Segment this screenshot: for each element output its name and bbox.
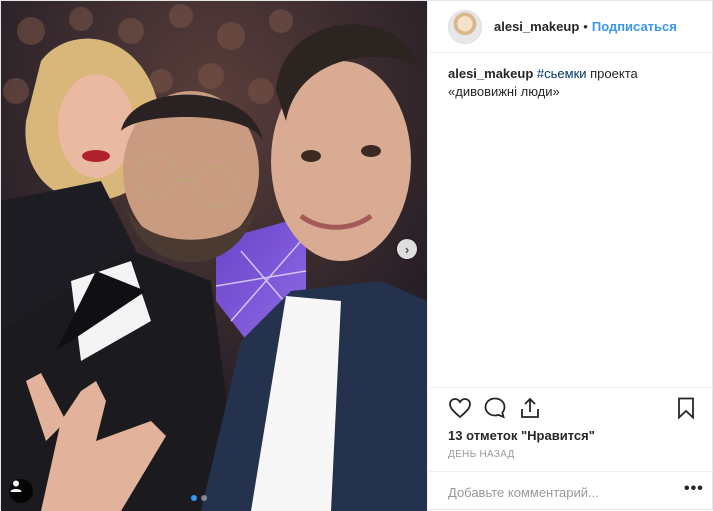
post-caption: alesi_makeup #сьемки проекта «дивовижні … [448, 65, 698, 101]
carousel-dot [201, 495, 207, 501]
post-header: alesi_makeup • Подписаться [428, 1, 713, 53]
user-tag-icon [10, 480, 22, 492]
carousel-dot [191, 495, 197, 501]
caption-hashtag[interactable]: #сьемки [537, 66, 587, 81]
carousel-indicator [191, 495, 207, 501]
comment-input[interactable] [448, 482, 668, 502]
carousel-next-button[interactable]: › [397, 239, 417, 259]
comment-form: ••• [428, 471, 713, 511]
post-side-panel: alesi_makeup • Подписаться alesi_makeup … [427, 1, 713, 511]
caption-username[interactable]: alesi_makeup [448, 66, 533, 81]
instagram-post: › alesi_makeup • Подписаться alesi_makeu… [0, 0, 713, 511]
user-tags-button[interactable] [9, 479, 33, 503]
heart-icon[interactable] [448, 396, 472, 420]
username-link[interactable]: alesi_makeup [494, 19, 579, 34]
avatar[interactable] [448, 9, 482, 44]
bookmark-icon[interactable] [674, 396, 698, 420]
selfie-illustration [1, 1, 427, 511]
comment-icon[interactable] [483, 396, 507, 420]
post-photo[interactable]: › [1, 1, 427, 511]
share-icon[interactable] [518, 396, 542, 420]
header-separator: • [583, 19, 588, 34]
post-timestamp[interactable]: День назад [448, 449, 515, 460]
more-options-button[interactable]: ••• [684, 480, 704, 498]
follow-button[interactable]: Подписаться [592, 19, 677, 34]
chevron-right-icon: › [404, 241, 410, 257]
likes-count[interactable]: 13 отметок "Нравится" [448, 428, 595, 443]
action-icons [448, 396, 698, 422]
